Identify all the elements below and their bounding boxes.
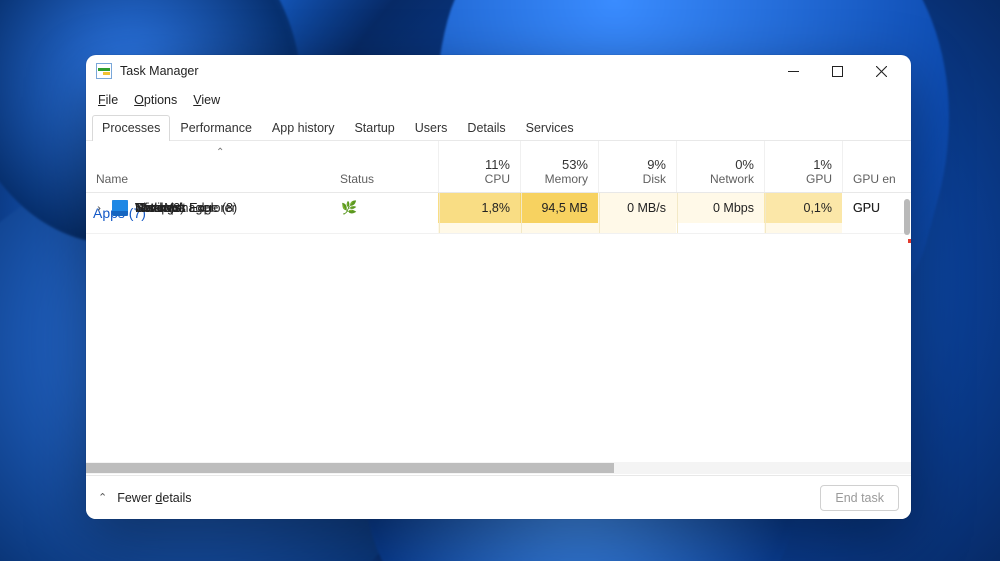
footer: ⌃ Fewer details End task	[86, 475, 911, 519]
tab-app-history[interactable]: App history	[262, 115, 345, 141]
tab-performance[interactable]: Performance	[170, 115, 262, 141]
memory-cell: 94,5 MB	[520, 193, 598, 223]
minimize-button[interactable]	[771, 56, 815, 86]
network-cell: 0 Mbps	[676, 193, 764, 223]
tab-details[interactable]: Details	[457, 115, 515, 141]
col-name[interactable]: Name	[86, 141, 330, 192]
explorer-icon	[112, 200, 128, 216]
titlebar[interactable]: Task Manager	[86, 55, 911, 87]
tab-processes[interactable]: Processes	[92, 115, 170, 141]
cpu-cell: 1,8%	[438, 193, 520, 223]
tabstrip: Processes Performance App history Startu…	[86, 113, 911, 141]
task-manager-window: Task Manager File Options View Processes…	[86, 55, 911, 519]
table-row[interactable]: Windows Explorer 1,8%94,5 MB0 MB/s0 Mbps0…	[86, 193, 905, 223]
tab-startup[interactable]: Startup	[344, 115, 404, 141]
scroll-marker	[908, 239, 911, 243]
end-task-button[interactable]: End task	[820, 485, 899, 511]
chevron-up-icon: ⌃	[98, 491, 107, 504]
column-headers: Name Status 11%CPU 53%Memory 9%Disk 0%Ne…	[86, 141, 911, 193]
status-cell	[330, 193, 438, 223]
col-memory[interactable]: 53%Memory	[520, 141, 598, 192]
maximize-button[interactable]	[815, 56, 859, 86]
gpu-engine-cell: GPU	[842, 193, 905, 223]
close-button[interactable]	[859, 56, 903, 86]
process-name: Windows Explorer	[135, 201, 236, 215]
col-status[interactable]: Status	[330, 141, 438, 192]
menu-view[interactable]: View	[193, 93, 220, 107]
vertical-scrollbar-thumb[interactable]	[904, 199, 910, 235]
col-gpu-engine[interactable]: GPU en	[842, 141, 911, 192]
fewer-details-toggle[interactable]: ⌃ Fewer details	[98, 491, 192, 505]
menubar: File Options View	[86, 87, 911, 113]
tab-users[interactable]: Users	[405, 115, 458, 141]
col-gpu[interactable]: 1%GPU	[764, 141, 842, 192]
tab-services[interactable]: Services	[516, 115, 584, 141]
col-disk[interactable]: 9%Disk	[598, 141, 676, 192]
disk-cell: 0 MB/s	[598, 193, 676, 223]
process-name-cell: Windows Explorer	[86, 193, 330, 223]
horizontal-scrollbar[interactable]	[86, 461, 911, 475]
col-network[interactable]: 0%Network	[676, 141, 764, 192]
menu-file[interactable]: File	[98, 93, 118, 107]
menu-options[interactable]: Options	[134, 93, 177, 107]
app-icon	[96, 63, 112, 79]
window-title: Task Manager	[120, 64, 199, 78]
horizontal-scrollbar-thumb[interactable]	[86, 463, 614, 473]
gpu-cell: 0,1%	[764, 193, 842, 223]
col-cpu[interactable]: 11%CPU	[438, 141, 520, 192]
